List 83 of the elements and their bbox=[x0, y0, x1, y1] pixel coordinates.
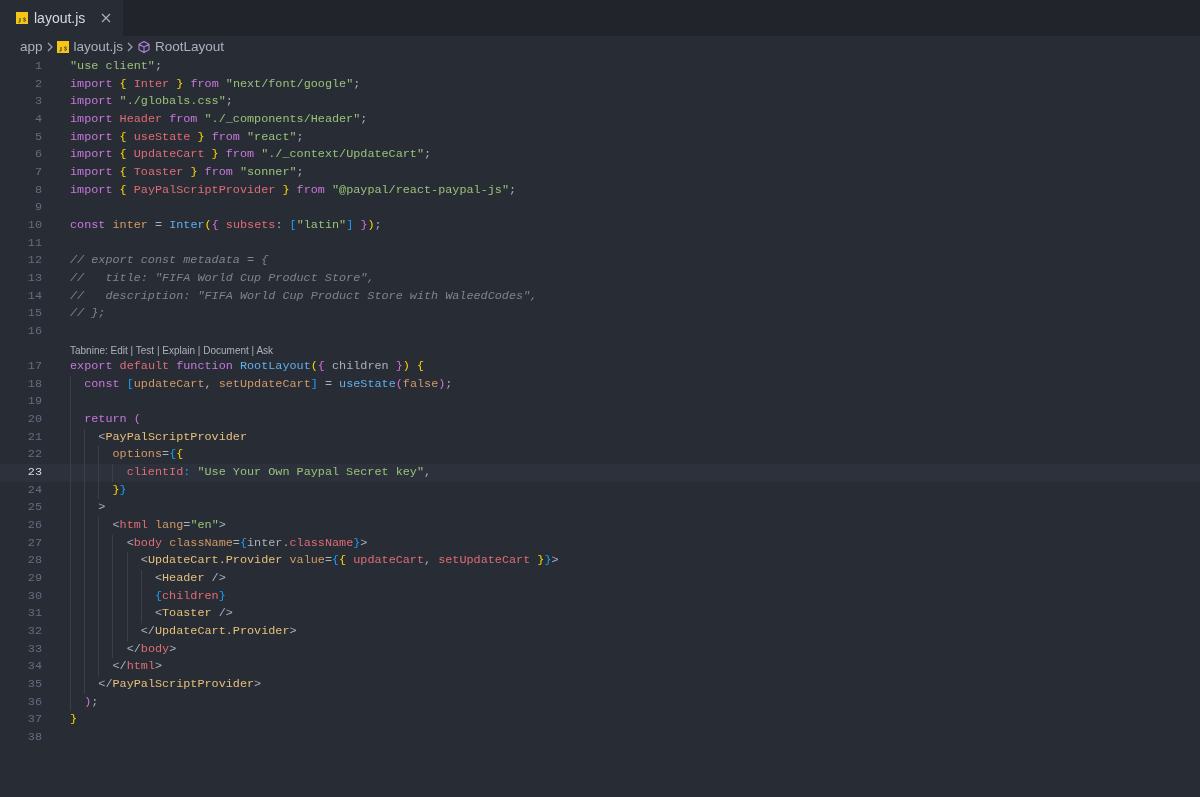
chevron-icon bbox=[126, 42, 135, 52]
chevron-icon bbox=[45, 42, 54, 52]
code-line: import { Toaster } from "sonner"; bbox=[70, 163, 304, 181]
code-line: <Toaster /> bbox=[153, 605, 233, 623]
code-line: <html lang="en"> bbox=[111, 517, 226, 535]
code-line: clientId: "Use Your Own Paypal Secret key", bbox=[125, 464, 432, 482]
line-number: 16 bbox=[27, 322, 42, 340]
code-line: </html> bbox=[111, 658, 163, 676]
code-line: ); bbox=[83, 693, 99, 711]
code-line: options={{ bbox=[111, 446, 184, 464]
line-number: 28 bbox=[27, 552, 42, 570]
code-line: <body className={inter.className}> bbox=[125, 534, 368, 552]
code-line: import { PayPalScriptProvider } from "@paypal/react-paypal-js"; bbox=[70, 181, 517, 199]
code-line: "use client"; bbox=[70, 58, 163, 75]
line-number: 29 bbox=[27, 570, 42, 587]
line-number: 37 bbox=[27, 711, 42, 729]
breadcrumb-item[interactable]: RootLayout bbox=[155, 36, 225, 58]
code-line: // description: "FIFA World Cup Product Store with WaleedCodes", bbox=[70, 287, 538, 305]
line-number: 10 bbox=[27, 216, 42, 234]
editor-tab[interactable]: layout.js bbox=[0, 0, 124, 36]
line-number: 24 bbox=[27, 481, 42, 499]
code-line: <PayPalScriptProvider bbox=[97, 428, 247, 446]
line-number: 2 bbox=[34, 75, 42, 93]
breadcrumb-item[interactable]: app bbox=[20, 36, 43, 58]
line-number: 1 bbox=[34, 58, 42, 75]
cube-icon bbox=[137, 40, 152, 54]
js-file-icon bbox=[56, 41, 69, 53]
code-lens[interactable]: Tabnine: Edit | Test | Explain | Document | Ask bbox=[70, 343, 274, 359]
code-line: import "./globals.css"; bbox=[70, 93, 233, 111]
code-line: // }; bbox=[70, 305, 106, 323]
code-line: </body> bbox=[125, 640, 177, 658]
code-line: }} bbox=[111, 481, 127, 499]
line-number: 32 bbox=[27, 623, 42, 640]
code-line: <UpdateCart.Provider value={{ updateCart, setUpdateCart }}> bbox=[139, 552, 559, 570]
code-line: <Header /> bbox=[153, 570, 226, 587]
line-number: 6 bbox=[34, 146, 42, 164]
line-number: 12 bbox=[27, 252, 42, 270]
code-line: // title: "FIFA World Cup Product Store", bbox=[70, 269, 375, 287]
line-number: 21 bbox=[27, 428, 42, 446]
line-number: 33 bbox=[27, 640, 42, 658]
code-line: // export const metadata = { bbox=[70, 252, 269, 270]
line-number: 19 bbox=[27, 393, 42, 411]
breadcrumb-item[interactable]: layout.js bbox=[73, 36, 124, 58]
line-number: 38 bbox=[27, 728, 42, 746]
code-line: export default function RootLayout({ children }) { bbox=[70, 358, 425, 376]
code-line: </UpdateCart.Provider> bbox=[139, 623, 297, 640]
line-number: 15 bbox=[27, 305, 42, 323]
line-number: 26 bbox=[27, 517, 42, 535]
code-line: import { useState } from "react"; bbox=[70, 128, 304, 146]
line-number: 27 bbox=[27, 534, 42, 552]
line-number: 3 bbox=[34, 93, 42, 111]
code-line: > bbox=[97, 499, 106, 517]
line-number: 14 bbox=[27, 287, 42, 305]
code-line: const [updateCart, setUpdateCart] = useState(false); bbox=[83, 375, 453, 393]
code-line: {children} bbox=[153, 587, 226, 605]
line-number: 18 bbox=[27, 375, 42, 393]
js-file-icon bbox=[16, 12, 28, 24]
code-line: } bbox=[70, 711, 78, 729]
line-number: 20 bbox=[27, 411, 42, 429]
line-number: 23 bbox=[27, 464, 42, 482]
tab-label: layout.js bbox=[34, 8, 86, 28]
line-number: 8 bbox=[34, 181, 42, 199]
line-number: 7 bbox=[34, 163, 42, 181]
line-number: 4 bbox=[34, 110, 42, 128]
line-number: 5 bbox=[34, 128, 42, 146]
line-number: 30 bbox=[27, 587, 42, 605]
line-number: 11 bbox=[27, 234, 42, 252]
code-line: const inter = Inter({ subsets: ["latin"] }); bbox=[70, 216, 382, 234]
code-line: import { UpdateCart } from "./_context/UpdateCart"; bbox=[70, 146, 432, 164]
line-number: 25 bbox=[27, 499, 42, 517]
code-line: </PayPalScriptProvider> bbox=[97, 675, 262, 693]
code-line: import Header from "./_components/Header"; bbox=[70, 110, 368, 128]
line-number: 31 bbox=[27, 605, 42, 623]
line-number: 36 bbox=[27, 693, 42, 711]
code-line: import { Inter } from "next/font/google"; bbox=[70, 75, 361, 93]
line-number: 22 bbox=[27, 446, 42, 464]
close-icon[interactable] bbox=[101, 13, 112, 23]
line-number: 17 bbox=[27, 358, 42, 376]
line-number: 34 bbox=[27, 658, 42, 676]
code-line: return ( bbox=[83, 411, 141, 429]
line-number: 35 bbox=[27, 675, 42, 693]
line-number: 13 bbox=[27, 269, 42, 287]
line-number: 9 bbox=[34, 199, 42, 217]
